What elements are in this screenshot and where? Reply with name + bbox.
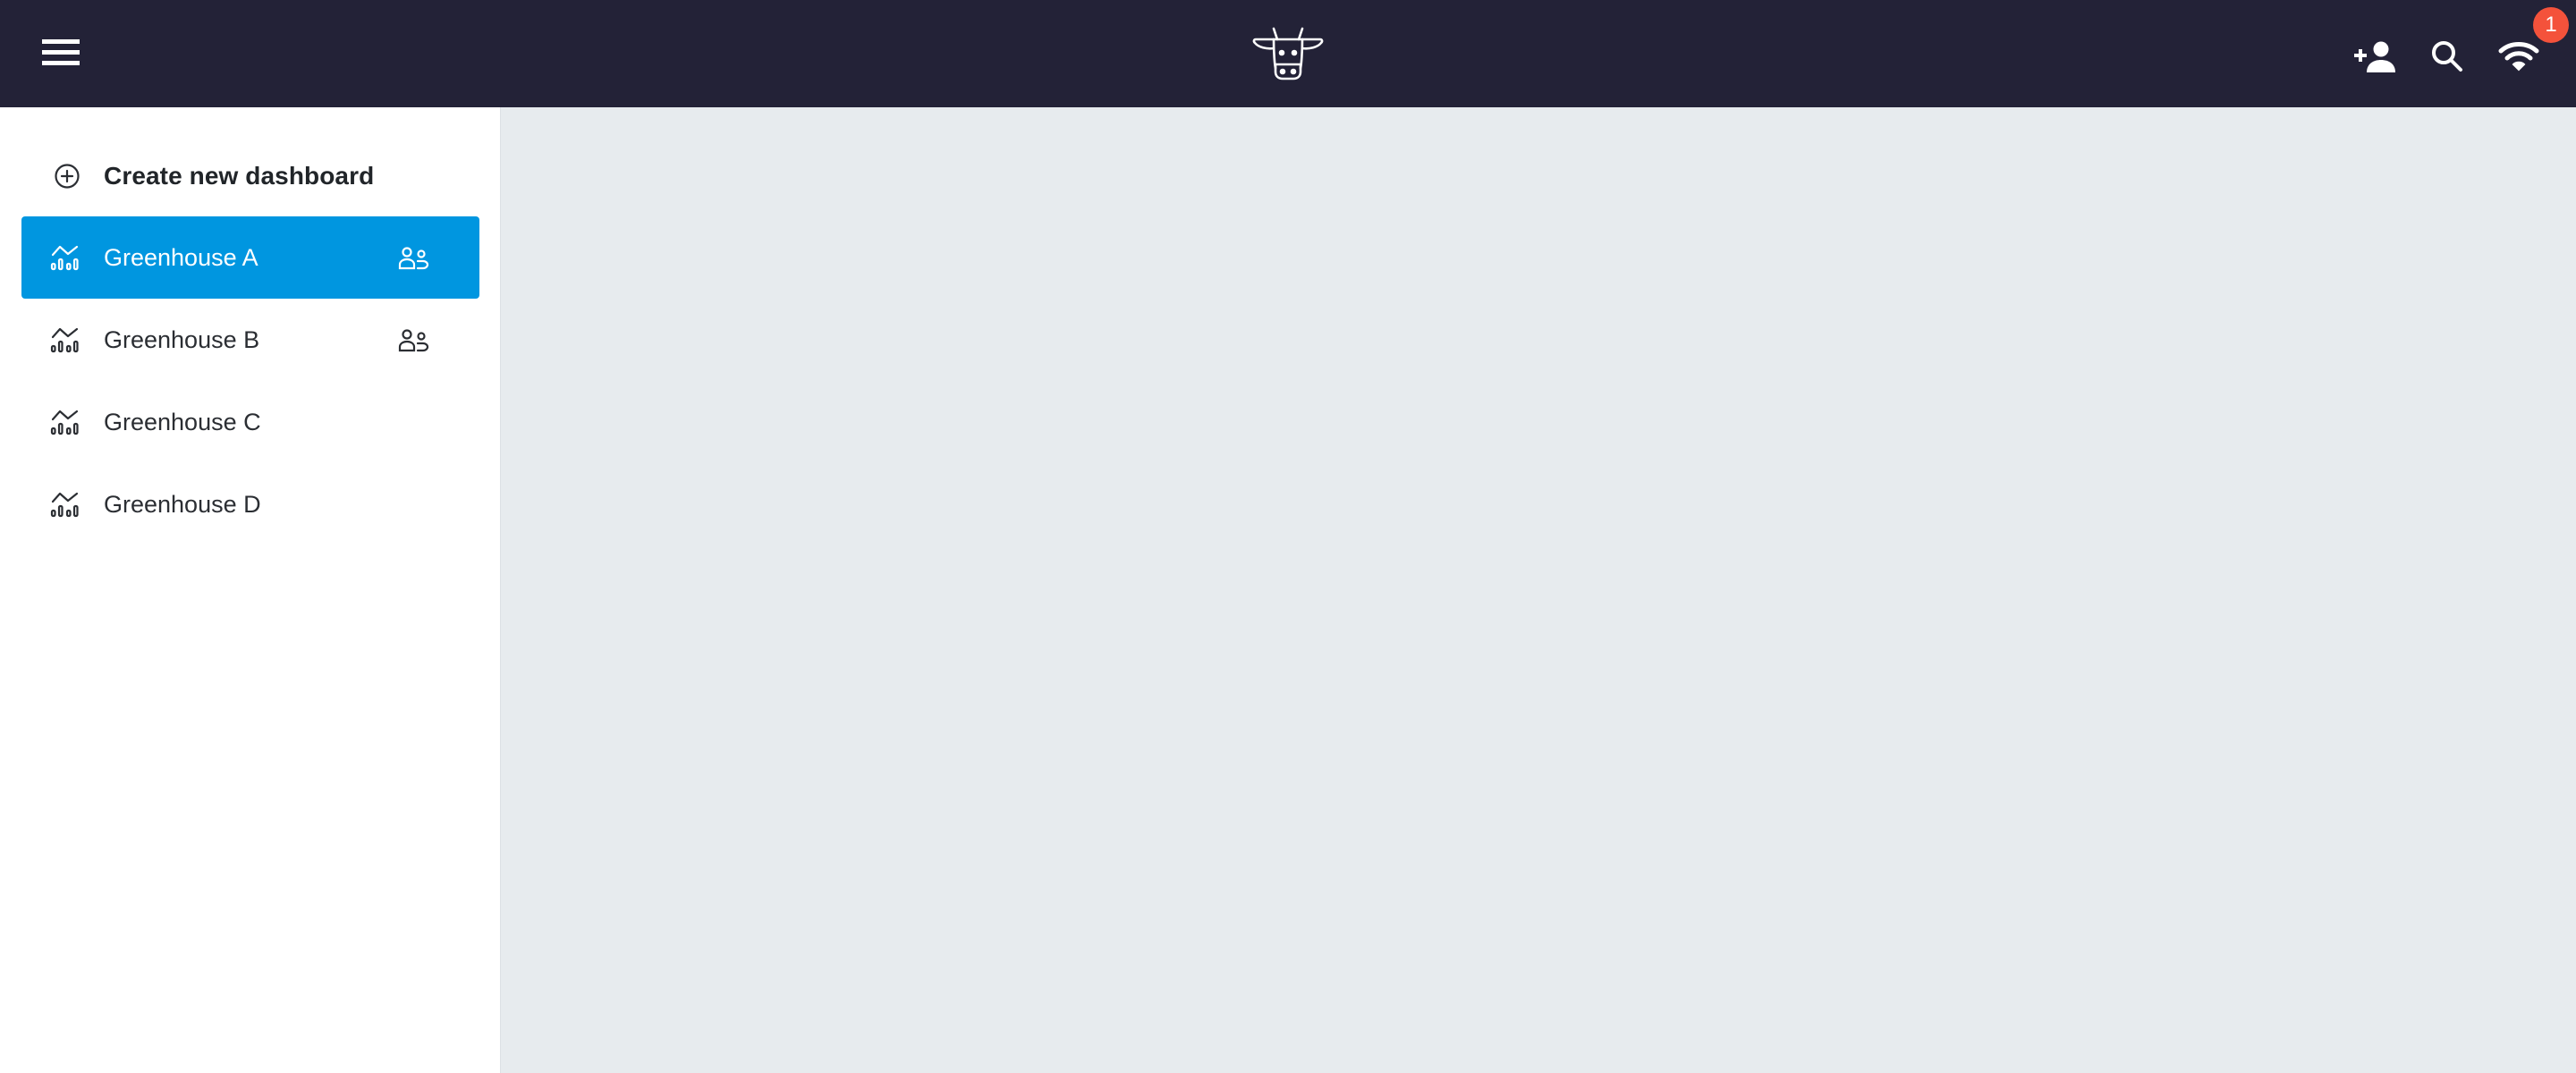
- add-user-button[interactable]: [2352, 34, 2397, 79]
- shared-users-icon[interactable]: [398, 247, 430, 270]
- notification-badge: 1: [2533, 7, 2569, 43]
- sidebar: Create new dashboard Greenhouse A Greenh…: [0, 107, 501, 1073]
- sidebar-item-greenhouse-a[interactable]: Greenhouse A: [21, 216, 479, 299]
- sidebar-item-greenhouse-b[interactable]: Greenhouse B: [21, 299, 479, 381]
- analytics-chart-icon: [50, 245, 79, 271]
- shared-users-icon[interactable]: [398, 329, 430, 352]
- dashboard-name: Greenhouse B: [104, 326, 260, 353]
- person-add-icon: [2354, 41, 2395, 72]
- dashboard-name: Greenhouse C: [104, 409, 261, 435]
- menu-bar: [42, 50, 80, 55]
- create-new-dashboard-label: Create new dashboard: [104, 162, 375, 190]
- analytics-chart-icon: [50, 410, 79, 435]
- top-app-bar: 1: [0, 0, 2576, 107]
- search-icon: [2432, 41, 2462, 72]
- dashboard-name: Greenhouse D: [104, 491, 261, 518]
- analytics-chart-icon: [50, 492, 79, 518]
- add-circle-icon: [55, 164, 80, 189]
- main-content-area: [502, 107, 2576, 1073]
- search-button[interactable]: [2425, 34, 2470, 79]
- sidebar-item-greenhouse-d[interactable]: Greenhouse D: [21, 463, 479, 545]
- wifi-icon: [2498, 42, 2539, 72]
- create-new-dashboard-button[interactable]: Create new dashboard: [21, 148, 479, 204]
- connection-status-button[interactable]: [2496, 34, 2541, 79]
- dashboard-name: Greenhouse A: [104, 244, 258, 271]
- hamburger-menu-icon[interactable]: [36, 27, 86, 77]
- sidebar-item-greenhouse-c[interactable]: Greenhouse C: [21, 381, 479, 463]
- analytics-chart-icon: [50, 327, 79, 353]
- menu-bar: [42, 39, 80, 44]
- cow-logo-icon[interactable]: [1250, 25, 1326, 82]
- menu-bar: [42, 61, 80, 65]
